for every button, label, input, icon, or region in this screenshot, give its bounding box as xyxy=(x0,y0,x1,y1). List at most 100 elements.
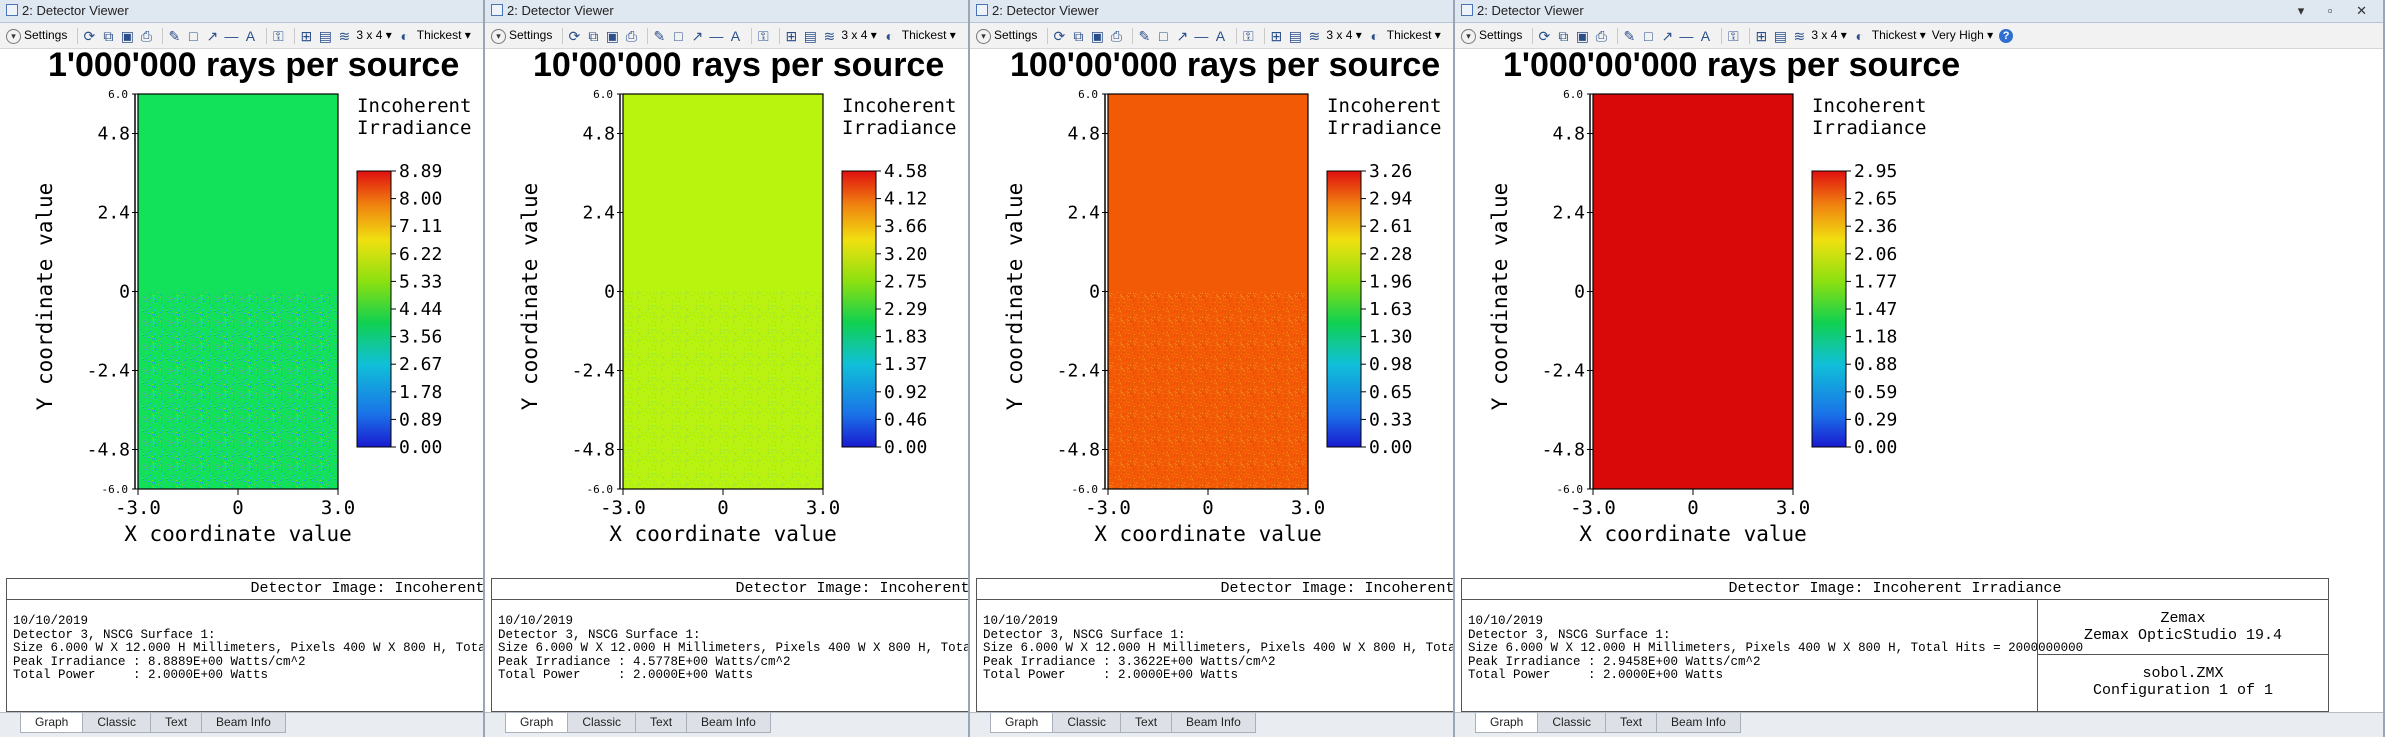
lock-icon[interactable]: ⚿ xyxy=(1241,29,1255,43)
window-title-bar[interactable]: 2: Detector Viewer ▾ ▫ ✕ xyxy=(1455,0,2383,23)
save-icon[interactable]: ▣ xyxy=(605,29,619,43)
layout-dropdown[interactable]: 3 x 4 ▾ xyxy=(841,23,876,48)
tab-classic[interactable]: Classic xyxy=(1052,713,1122,733)
window-controls[interactable]: ▾ ▫ ✕ xyxy=(2298,0,2377,22)
refresh-icon[interactable]: ⟳ xyxy=(1537,29,1551,43)
refresh-icon[interactable]: ⟳ xyxy=(567,29,581,43)
print-icon[interactable]: ⎙ xyxy=(624,29,638,43)
text-tool-icon[interactable]: A xyxy=(243,29,257,43)
tab-classic[interactable]: Classic xyxy=(567,713,637,733)
grid-icon[interactable]: ⊞ xyxy=(784,29,798,43)
pencil-icon[interactable]: ✎ xyxy=(652,29,666,43)
layout-dropdown[interactable]: 3 x 4 ▾ xyxy=(1326,23,1361,48)
tab-text[interactable]: Text xyxy=(150,713,203,733)
lock-icon[interactable]: ⚿ xyxy=(271,29,285,43)
tab-classic[interactable]: Classic xyxy=(1537,713,1607,733)
rectangle-icon[interactable]: □ xyxy=(671,29,685,43)
layers-icon[interactable]: ≋ xyxy=(1307,29,1321,43)
text-tool-icon[interactable]: A xyxy=(1213,29,1227,43)
y-tick-label: 4.8 xyxy=(1552,124,1585,145)
pencil-icon[interactable]: ✎ xyxy=(1622,29,1636,43)
tab-classic[interactable]: Classic xyxy=(82,713,152,733)
tab-beam-info[interactable]: Beam Info xyxy=(201,713,286,733)
layout-dropdown[interactable]: 3 x 4 ▾ xyxy=(1811,23,1846,48)
print-icon[interactable]: ⎙ xyxy=(1594,29,1608,43)
y-tick-label: -4.8 xyxy=(1057,440,1100,461)
rectangle-icon[interactable]: □ xyxy=(1156,29,1170,43)
tab-text[interactable]: Text xyxy=(635,713,688,733)
window-icon[interactable]: ▤ xyxy=(318,29,332,43)
line-icon[interactable]: — xyxy=(224,29,238,43)
settings-button[interactable]: ▾ Settings xyxy=(0,23,67,48)
rectangle-icon[interactable]: □ xyxy=(1641,29,1655,43)
colorbar-tick-label: 2.36 xyxy=(1854,216,1897,237)
window-title-bar[interactable]: 2: Detector Viewer xyxy=(970,0,1453,23)
copy-icon[interactable]: ⧉ xyxy=(1556,29,1570,43)
layers-icon[interactable]: ≋ xyxy=(1792,29,1806,43)
settings-button[interactable]: ▾ Settings xyxy=(970,23,1037,48)
tab-text[interactable]: Text xyxy=(1605,713,1658,733)
print-icon[interactable]: ⎙ xyxy=(139,29,153,43)
quality-dropdown[interactable]: Very High ▾ xyxy=(1932,23,1993,48)
pencil-icon[interactable]: ✎ xyxy=(1137,29,1151,43)
line-thickness-dropdown[interactable]: Thickest ▾ xyxy=(417,23,471,48)
tab-graph[interactable]: Graph xyxy=(505,713,569,733)
lock-icon[interactable]: ⚿ xyxy=(756,29,770,43)
save-icon[interactable]: ▣ xyxy=(1575,29,1589,43)
arrow-icon[interactable]: ↗ xyxy=(1660,29,1674,43)
refresh-icon[interactable]: ⟳ xyxy=(82,29,96,43)
save-icon[interactable]: ▣ xyxy=(120,29,134,43)
line-thickness-dropdown[interactable]: Thickest ▾ xyxy=(1872,23,1926,48)
lock-icon[interactable]: ⚿ xyxy=(1726,29,1740,43)
window-icon[interactable]: ▤ xyxy=(1773,29,1787,43)
arrow-icon[interactable]: ↗ xyxy=(205,29,219,43)
layers-icon[interactable]: ≋ xyxy=(822,29,836,43)
help-icon[interactable]: ? xyxy=(1999,28,2014,43)
theme-icon[interactable]: ◐ xyxy=(883,29,897,43)
settings-button[interactable]: ▾ Settings xyxy=(1455,23,1522,48)
text-tool-icon[interactable]: A xyxy=(728,29,742,43)
theme-icon[interactable]: ◐ xyxy=(398,29,412,43)
window-icon[interactable]: ▤ xyxy=(1288,29,1302,43)
copy-icon[interactable]: ⧉ xyxy=(586,29,600,43)
toolbar-separator xyxy=(162,27,164,44)
window-title-bar[interactable]: 2: Detector Viewer xyxy=(485,0,968,23)
text-tool-icon[interactable]: A xyxy=(1698,29,1712,43)
tab-beam-info[interactable]: Beam Info xyxy=(1656,713,1741,733)
theme-icon[interactable]: ◐ xyxy=(1368,29,1382,43)
tab-graph[interactable]: Graph xyxy=(990,713,1054,733)
rectangle-icon[interactable]: □ xyxy=(186,29,200,43)
grid-icon[interactable]: ⊞ xyxy=(1269,29,1283,43)
line-thickness-label: Thickest xyxy=(901,28,947,42)
window-title-bar[interactable]: 2: Detector Viewer xyxy=(0,0,483,23)
save-icon[interactable]: ▣ xyxy=(1090,29,1104,43)
tab-graph[interactable]: Graph xyxy=(1475,713,1539,733)
line-thickness-dropdown[interactable]: Thickest ▾ xyxy=(902,23,956,48)
copy-icon[interactable]: ⧉ xyxy=(101,29,115,43)
line-icon[interactable]: — xyxy=(1194,29,1208,43)
grid-icon[interactable]: ⊞ xyxy=(1754,29,1768,43)
tab-graph[interactable]: Graph xyxy=(20,713,84,733)
pencil-icon[interactable]: ✎ xyxy=(167,29,181,43)
chevron-down-icon: ▾ xyxy=(946,28,956,42)
settings-button[interactable]: ▾ Settings xyxy=(485,23,552,48)
layout-dropdown[interactable]: 3 x 4 ▾ xyxy=(356,23,391,48)
toolbar-separator xyxy=(1532,27,1534,44)
colorbar-tick-label: 2.67 xyxy=(399,354,442,375)
detector-plot: 6.0 4.8 2.4 0 -2.4 -4.8 -6.0 -3.0 0 3.0 X coordina… xyxy=(0,49,483,574)
arrow-icon[interactable]: ↗ xyxy=(690,29,704,43)
grid-icon[interactable]: ⊞ xyxy=(299,29,313,43)
print-icon[interactable]: ⎙ xyxy=(1109,29,1123,43)
line-icon[interactable]: — xyxy=(1679,29,1693,43)
copy-icon[interactable]: ⧉ xyxy=(1071,29,1085,43)
line-icon[interactable]: — xyxy=(709,29,723,43)
tab-beam-info[interactable]: Beam Info xyxy=(686,713,771,733)
refresh-icon[interactable]: ⟳ xyxy=(1052,29,1066,43)
theme-icon[interactable]: ◐ xyxy=(1853,29,1867,43)
layers-icon[interactable]: ≋ xyxy=(337,29,351,43)
line-thickness-dropdown[interactable]: Thickest ▾ xyxy=(1387,23,1441,48)
arrow-icon[interactable]: ↗ xyxy=(1175,29,1189,43)
tab-text[interactable]: Text xyxy=(1120,713,1173,733)
window-icon[interactable]: ▤ xyxy=(803,29,817,43)
tab-beam-info[interactable]: Beam Info xyxy=(1171,713,1256,733)
